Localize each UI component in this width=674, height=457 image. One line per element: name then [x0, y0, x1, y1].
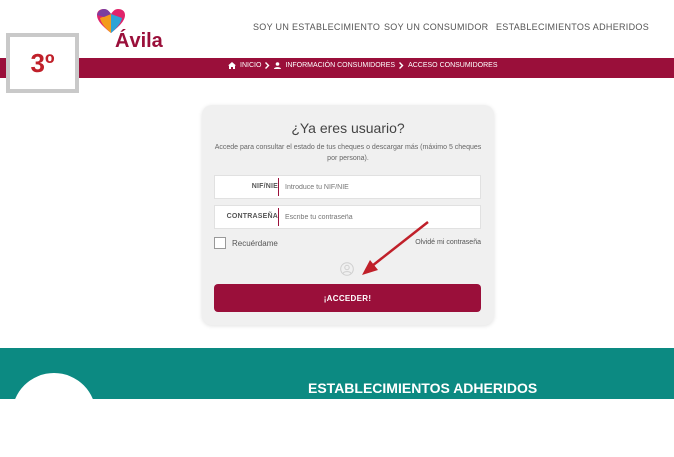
brand-logo-text[interactable]: Ávila [115, 30, 163, 53]
login-title: ¿Ya eres usuario? [291, 120, 405, 136]
nif-label: NIF/NIE [251, 183, 278, 190]
field-separator [278, 178, 279, 196]
password-input[interactable] [285, 209, 470, 225]
person-icon [274, 62, 282, 69]
nav-consumidor[interactable]: SOY UN CONSUMIDOR [384, 22, 488, 32]
breadcrumb-info[interactable]: INFORMACIÓN CONSUMIDORES [285, 62, 395, 69]
user-circle-icon [340, 262, 354, 276]
breadcrumb-home[interactable]: INICIO [240, 62, 261, 69]
password-label: CONTRASEÑA [226, 213, 278, 220]
nav-establecimiento[interactable]: SOY UN ESTABLECIMIENTO [253, 22, 380, 32]
top-bar: Ávila SOY UN ESTABLECIMIENTO SOY UN CONS… [0, 0, 674, 58]
remember-label: Recuérdame [232, 238, 278, 248]
chevron-right-icon [399, 62, 404, 69]
field-separator [278, 208, 279, 226]
adheridos-title: ESTABLECIMIENTOS ADHERIDOS [308, 380, 538, 396]
nav-adheridos[interactable]: ESTABLECIMIENTOS ADHERIDOS [496, 22, 649, 32]
step-badge: 3º [6, 33, 79, 93]
chevron-right-icon [265, 62, 270, 69]
breadcrumb-current: ACCESO CONSUMIDORES [408, 62, 498, 69]
nif-field: NIF/NIE [214, 175, 481, 199]
home-icon[interactable] [228, 62, 236, 69]
submit-button[interactable]: ¡ACCEDER! [214, 284, 481, 312]
forgot-password-link[interactable]: Olvidé mi contraseña [415, 239, 481, 246]
remember-checkbox[interactable] [214, 237, 226, 249]
password-field: CONTRASEÑA [214, 205, 481, 229]
breadcrumb: INICIO INFORMACIÓN CONSUMIDORES ACCESO C… [228, 62, 498, 69]
remember-me[interactable]: Recuérdame [214, 237, 278, 249]
login-subtitle: Accede para consultar el estado de tus c… [214, 144, 482, 162]
nif-input[interactable] [285, 179, 470, 195]
section-circle [12, 373, 96, 457]
